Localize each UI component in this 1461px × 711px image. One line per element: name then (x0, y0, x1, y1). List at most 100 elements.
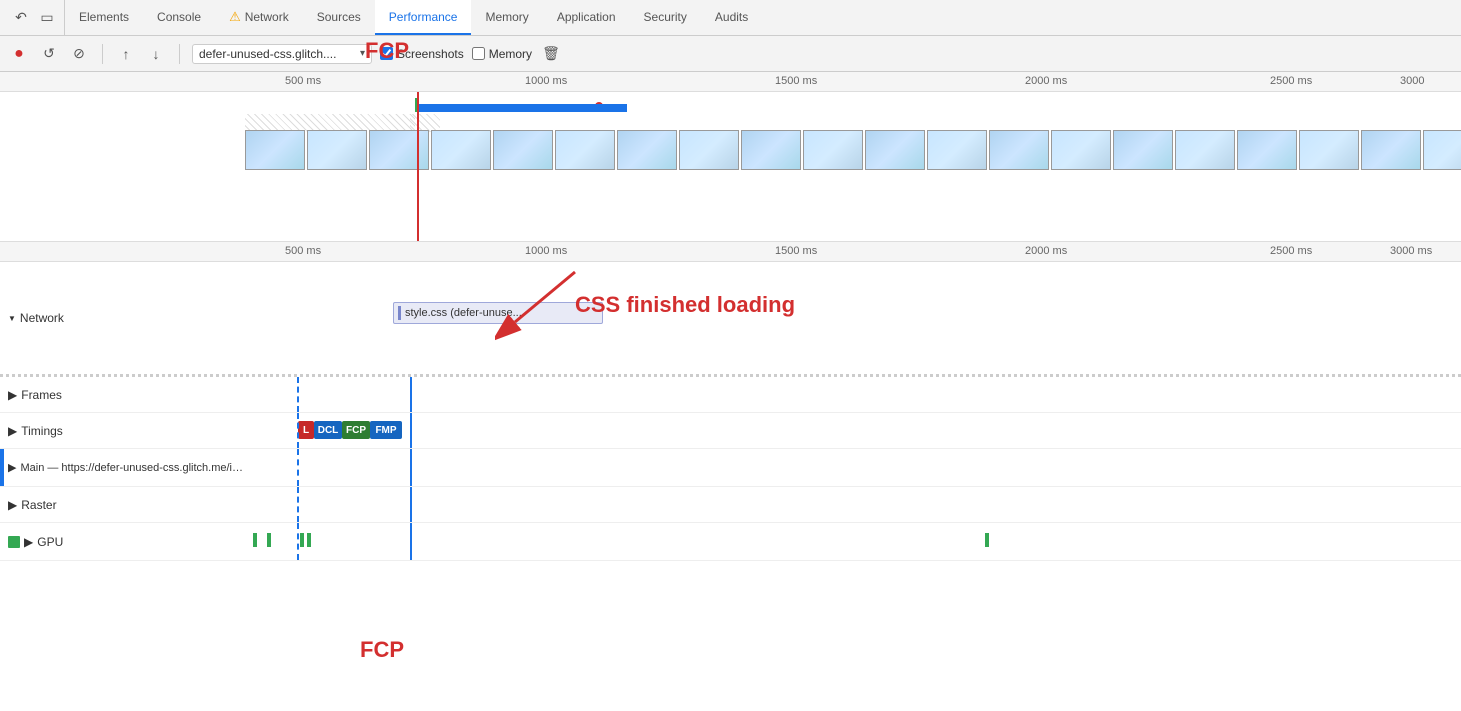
gpu-content (245, 523, 1461, 560)
raster-label[interactable]: ▶ Raster (0, 498, 245, 512)
main-content (245, 449, 1461, 486)
screenshot-thumb (493, 130, 553, 170)
frames-label[interactable]: ▶ Frames (0, 388, 245, 402)
gpu-bar-3 (300, 533, 304, 547)
screenshot-thumb (245, 130, 305, 170)
frames-text: Frames (21, 388, 62, 402)
timings-triangle-icon: ▶ (8, 424, 17, 438)
tab-audits[interactable]: Audits (701, 0, 762, 35)
css-annotation: CSS finished loading (575, 292, 795, 318)
screenshot-thumb (679, 130, 739, 170)
upload-button[interactable]: ↑ (115, 43, 137, 65)
lower-timeline: ▶ Frames ▶ Timings L DCL (0, 377, 1461, 711)
url-selector[interactable]: defer-unused-css.glitch.... ▾ (192, 44, 372, 64)
gpu-text: GPU (37, 535, 63, 549)
screenshot-thumb (989, 130, 1049, 170)
timings-label[interactable]: ▶ Timings (0, 424, 245, 438)
dashed-line-timings (297, 413, 299, 448)
divider-1 (102, 44, 103, 64)
tab-sources[interactable]: Sources (303, 0, 375, 35)
network-text: Network (20, 311, 64, 325)
b-marker-1500: 1500 ms (775, 245, 817, 257)
screenshot-thumb (1423, 130, 1461, 170)
screenshot-thumb (431, 130, 491, 170)
marker-3000: 3000 (1400, 75, 1424, 87)
tab-security[interactable]: Security (630, 0, 701, 35)
blue-loading-bar (417, 104, 627, 112)
blue-line-gpu (410, 523, 412, 560)
record-button[interactable]: ● (8, 43, 30, 65)
tab-network[interactable]: ⚠ Network (215, 0, 303, 35)
screenshot-thumb (1237, 130, 1297, 170)
gpu-icon (8, 536, 20, 548)
b-marker-3000: 3000 ms (1390, 245, 1432, 257)
main-blue-marker (0, 449, 4, 486)
frames-content (245, 377, 1461, 412)
main-triangle-icon: ▶ (8, 461, 16, 474)
timing-l-badge[interactable]: L (298, 421, 314, 439)
marker-500: 500 ms (285, 75, 321, 87)
gpu-bar-4 (307, 533, 311, 547)
gpu-bar-1 (253, 533, 257, 547)
red-vertical-line (417, 92, 419, 242)
main-row: ▶ Main — https://defer-unused-css.glitch… (0, 449, 1461, 487)
blue-line-raster (410, 487, 412, 522)
network-section: ▼ Network style.css (defer-unuse... CSS … (0, 262, 1461, 377)
stop-button[interactable]: ⊘ (68, 43, 90, 65)
tab-elements[interactable]: Elements (65, 0, 143, 35)
divider-2 (179, 44, 180, 64)
network-label[interactable]: ▼ Network (8, 311, 243, 325)
screenshot-thumb (1113, 130, 1173, 170)
raster-triangle-icon: ▶ (8, 498, 17, 512)
tab-memory[interactable]: Memory (471, 0, 542, 35)
screenshot-thumb (927, 130, 987, 170)
tab-bar: ↶ ▭ Elements Console ⚠ Network Sources P… (0, 0, 1461, 36)
screenshot-thumb (865, 130, 925, 170)
top-ruler: 500 ms 1000 ms 1500 ms 2000 ms 2500 ms 3… (0, 72, 1461, 92)
timeline-tracks (0, 92, 1461, 242)
refresh-button[interactable]: ↺ (38, 43, 60, 65)
dashed-line-main (297, 449, 299, 486)
memory-checkbox-group: Memory (472, 47, 532, 61)
marker-2500: 2500 ms (1270, 75, 1312, 87)
timings-row: ▶ Timings L DCL FCP FMP (0, 413, 1461, 449)
tab-console[interactable]: Console (143, 0, 215, 35)
device-icon[interactable]: ▭ (38, 9, 56, 27)
timings-text: Timings (21, 424, 63, 438)
screenshot-thumb (1175, 130, 1235, 170)
timing-dcl-badge[interactable]: DCL (314, 421, 342, 439)
dashed-line-raster (297, 487, 299, 522)
download-button[interactable]: ↓ (145, 43, 167, 65)
gpu-row: ▶ GPU (0, 523, 1461, 561)
frames-triangle-icon: ▶ (8, 388, 17, 402)
bottom-ruler: 500 ms 1000 ms 1500 ms 2000 ms 2500 ms 3… (0, 242, 1461, 262)
dashed-line-gpu (297, 523, 299, 560)
gpu-label[interactable]: ▶ GPU (0, 535, 245, 549)
gpu-bar-5 (985, 533, 989, 547)
screenshot-thumb (1299, 130, 1359, 170)
clear-button[interactable]: 🗑 (540, 43, 562, 65)
blue-line-main (410, 449, 412, 486)
cursor-icon[interactable]: ↶ (12, 9, 30, 27)
memory-checkbox[interactable] (472, 47, 485, 60)
marker-2000: 2000 ms (1025, 75, 1067, 87)
main-content: 500 ms 1000 ms 1500 ms 2000 ms 2500 ms 3… (0, 72, 1461, 711)
tab-application[interactable]: Application (543, 0, 630, 35)
b-marker-2500: 2500 ms (1270, 245, 1312, 257)
warn-icon: ⚠ (229, 9, 241, 25)
screenshot-thumb (617, 130, 677, 170)
bottom-panel: 500 ms 1000 ms 1500 ms 2000 ms 2500 ms 3… (0, 242, 1461, 711)
memory-label: Memory (489, 47, 532, 61)
gpu-bar-2 (267, 533, 271, 547)
main-text: Main — https://defer-unused-css.glitch.m… (20, 462, 245, 474)
b-marker-500: 500 ms (285, 245, 321, 257)
tab-performance[interactable]: Performance (375, 0, 472, 35)
raster-text: Raster (21, 498, 56, 512)
b-marker-1000: 1000 ms (525, 245, 567, 257)
marker-1000: 1000 ms (525, 75, 567, 87)
gpu-triangle-icon: ▶ (24, 535, 33, 549)
network-triangle-icon: ▼ (8, 314, 16, 323)
main-label[interactable]: ▶ Main — https://defer-unused-css.glitch… (0, 461, 245, 474)
timeline-overview[interactable]: 500 ms 1000 ms 1500 ms 2000 ms 2500 ms 3… (0, 72, 1461, 242)
screenshot-thumb (1051, 130, 1111, 170)
